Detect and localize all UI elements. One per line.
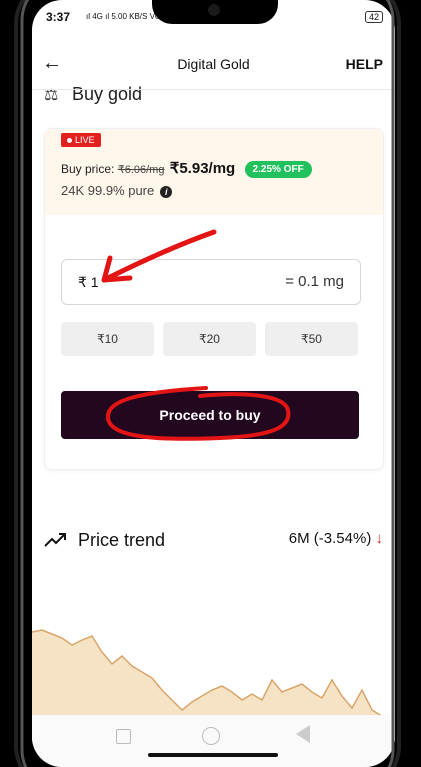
price-trend-area [32, 630, 395, 720]
price-panel: LIVE Buy price: ₹6.06/mg ₹5.93/mg 2.25% … [45, 129, 383, 215]
arrow-down-icon: ↓ [375, 530, 384, 547]
purity-label: 24K 99.9% pure [61, 183, 155, 198]
status-time: 3:37 [46, 10, 71, 24]
recent-apps-icon[interactable] [116, 729, 131, 744]
buy-price-label: Buy price: [61, 162, 115, 176]
app-header: ← Digital Gold HELP [32, 50, 395, 78]
page-title: Digital Gold [177, 56, 250, 72]
home-indicator [148, 753, 278, 757]
camera-icon [208, 4, 220, 16]
amount-input[interactable]: ₹ 1 = 0.1 mg [61, 259, 361, 305]
info-icon[interactable]: i [160, 186, 173, 198]
live-badge: LIVE [61, 133, 101, 147]
quick-amount-50[interactable]: ₹50 [265, 322, 358, 356]
old-price: ₹6.06/mg [117, 164, 165, 176]
buy-card: LIVE Buy price: ₹6.06/mg ₹5.93/mg 2.25% … [44, 128, 384, 470]
price-trend-chart [32, 629, 395, 720]
nav-back-icon[interactable] [296, 725, 310, 743]
app-screen: 3:37 ıl 4G ıl 5.00 KB/S VO LTE 42 ← Digi… [32, 0, 395, 767]
battery-icon: 42 [364, 11, 383, 23]
grams-equivalent: = 0.1 mg [285, 273, 344, 290]
buy-price-row: Buy price: ₹6.06/mg ₹5.93/mg 2.25% OFF [61, 159, 312, 178]
home-icon[interactable] [202, 727, 220, 745]
trend-period-value: 6M (-3.54%) [288, 530, 372, 547]
system-nav-bar [32, 715, 395, 767]
trending-up-icon [44, 533, 66, 547]
amount-value: ₹ 1 [78, 274, 99, 290]
phone-frame: 3:37 ıl 4G ıl 5.00 KB/S VO LTE 42 ← Digi… [6, 0, 415, 767]
camera-notch [152, 0, 278, 24]
buy-gold-heading: ⚖ Buy gold [44, 84, 142, 105]
price-trend-header: Price trend 6M (-3.54%) ↓ [44, 528, 383, 552]
quick-amount-20[interactable]: ₹20 [163, 322, 256, 356]
new-price: ₹5.93/mg [169, 160, 236, 177]
live-label: LIVE [75, 135, 95, 145]
purity-text: 24K 99.9% pure i [61, 183, 173, 198]
gold-bars-icon: ⚖ [44, 87, 59, 104]
buy-gold-label: Buy gold [72, 84, 143, 104]
help-button[interactable]: HELP [346, 56, 383, 72]
trend-period-selector[interactable]: 6M (-3.54%) ↓ [289, 530, 383, 547]
quick-amounts: ₹10 ₹20 ₹50 [61, 322, 361, 356]
proceed-to-buy-button[interactable]: Proceed to buy [61, 391, 359, 439]
price-trend-label: Price trend [78, 530, 166, 550]
header-divider [32, 89, 395, 90]
discount-badge: 2.25% OFF [244, 161, 312, 178]
live-dot-icon [67, 138, 72, 144]
quick-amount-10[interactable]: ₹10 [61, 322, 154, 356]
